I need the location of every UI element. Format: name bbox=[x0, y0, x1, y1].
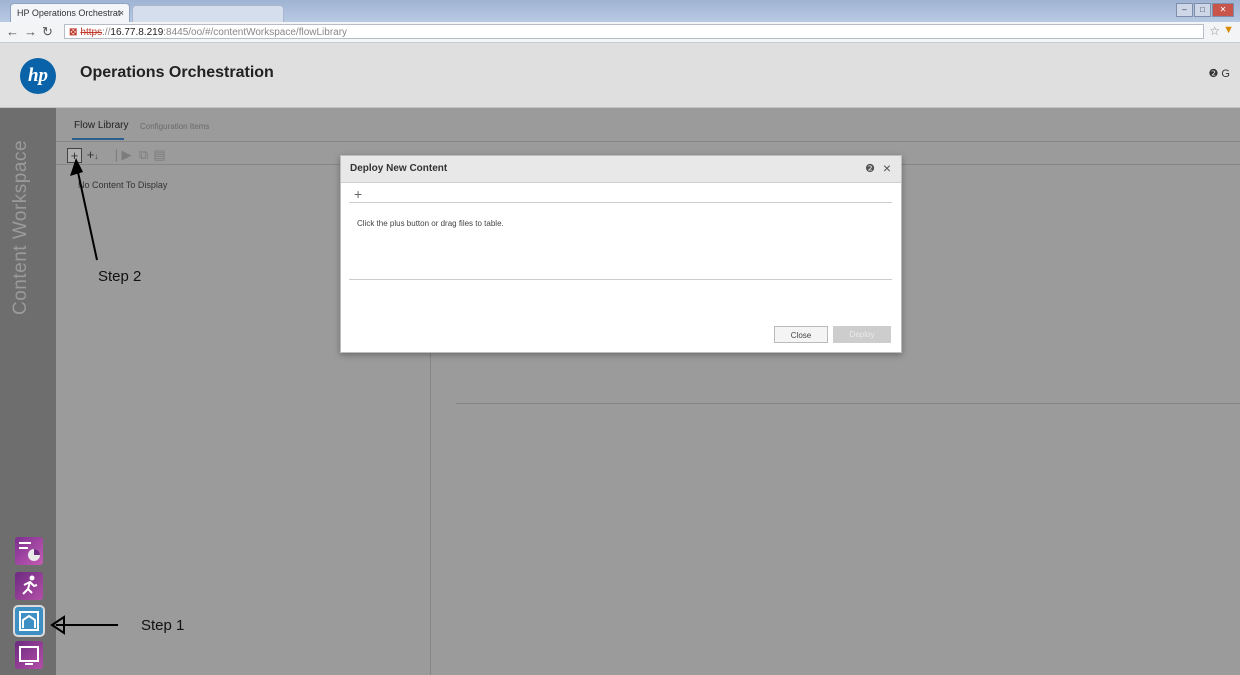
deploy-button[interactable]: Deploy bbox=[833, 326, 891, 343]
close-icon[interactable]: × bbox=[883, 160, 891, 176]
step1-label: Step 1 bbox=[141, 617, 185, 634]
dialog-header: Deploy New Content ❷ × bbox=[341, 156, 901, 183]
help-icon[interactable]: ❷ bbox=[865, 162, 875, 175]
drop-hint: Click the plus button or drag files to t… bbox=[357, 219, 504, 228]
deploy-new-content-dialog: Deploy New Content ❷ × + Click the plus … bbox=[340, 155, 902, 353]
add-file-button[interactable]: + bbox=[354, 186, 362, 202]
close-button[interactable]: Close bbox=[774, 326, 828, 343]
dialog-title: Deploy New Content bbox=[350, 163, 448, 174]
step2-arrow-head bbox=[70, 158, 83, 176]
dialog-divider-bottom bbox=[349, 279, 892, 280]
step2-label: Step 2 bbox=[98, 268, 142, 285]
dialog-divider-top bbox=[349, 202, 892, 203]
step2-arrow-line bbox=[75, 162, 98, 261]
